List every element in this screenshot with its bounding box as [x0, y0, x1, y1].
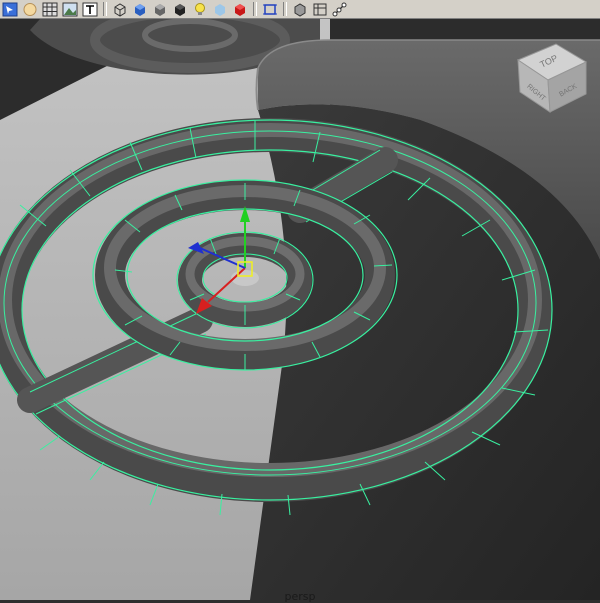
shadow-cube-icon[interactable] — [171, 1, 189, 18]
light-bulb-icon[interactable] — [191, 1, 209, 18]
xray-icon[interactable] — [211, 1, 229, 18]
shade-cube-icon[interactable] — [151, 1, 169, 18]
select-icon[interactable] — [1, 1, 19, 18]
toolbar-separator — [253, 2, 257, 16]
toolbar-separator — [283, 2, 287, 16]
isolate-icon[interactable] — [291, 1, 309, 18]
joints-icon[interactable] — [331, 1, 349, 18]
image-icon[interactable] — [61, 1, 79, 18]
grid-icon[interactable] — [41, 1, 59, 18]
smooth-shade-icon[interactable] — [131, 1, 149, 18]
sphere-icon[interactable] — [21, 1, 39, 18]
camera-label: persp — [284, 590, 316, 603]
text-icon[interactable] — [81, 1, 99, 18]
3d-viewport[interactable]: TOP RIGHT BACK persp — [0, 19, 600, 603]
render-cube-icon[interactable] — [231, 1, 249, 18]
frame-icon[interactable] — [261, 1, 279, 18]
camera-attr-icon[interactable] — [311, 1, 329, 18]
toolbar-separator — [103, 2, 107, 16]
wireframe-cube-icon[interactable] — [111, 1, 129, 18]
viewport-toolbar — [0, 0, 600, 19]
